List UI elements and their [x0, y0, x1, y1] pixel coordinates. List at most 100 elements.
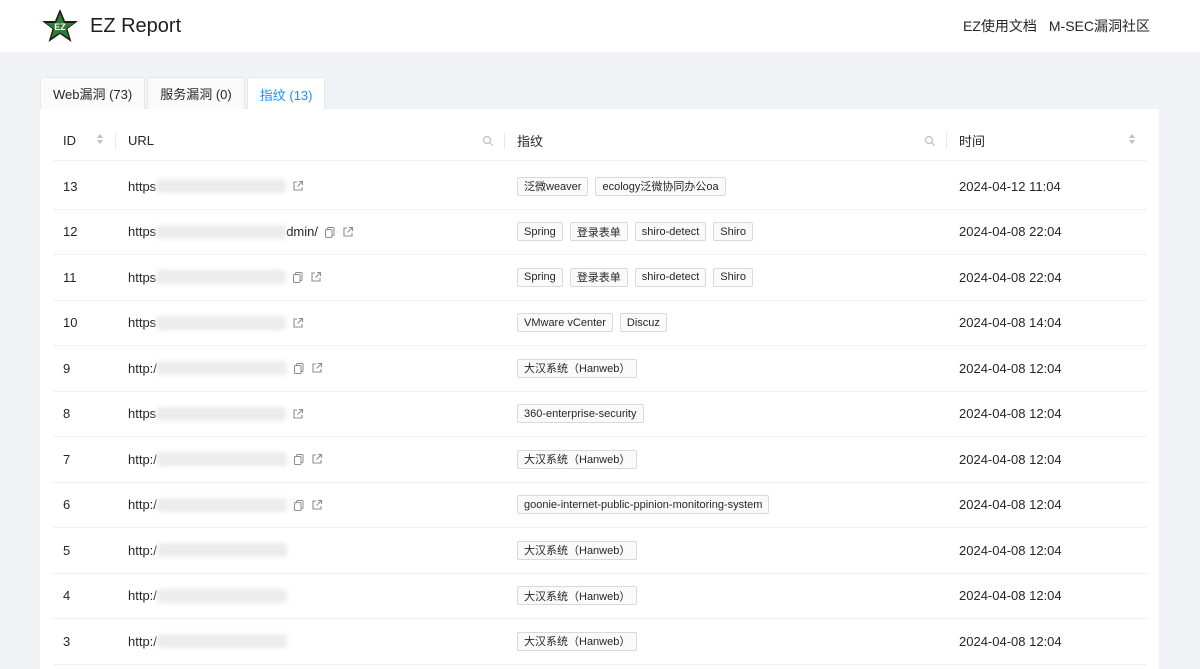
tab-service-vulns[interactable]: 服务漏洞 (0) — [147, 77, 245, 109]
row-fingerprint-cell: 大汉系统（Hanweb） — [504, 449, 946, 469]
copy-icon[interactable] — [293, 499, 305, 511]
fingerprint-table-panel: ID URL 指纹 时间 13 https 泛微weaver ecology泛微协同办… — [40, 109, 1159, 669]
fingerprint-tag: 大汉系统（Hanweb） — [517, 586, 638, 606]
redacted-url — [156, 270, 287, 285]
fingerprint-tag: 泛微weaver — [517, 176, 589, 196]
url-link[interactable]: https — [128, 179, 156, 194]
sort-icon[interactable] — [97, 134, 103, 144]
row-fingerprint-cell: 大汉系统（Hanweb） — [504, 540, 946, 560]
table-row: 13 https 泛微weaver ecology泛微协同办公oa 2024-04-12… — [53, 164, 1147, 210]
row-id: 4 — [63, 588, 71, 604]
external-link-icon[interactable] — [311, 362, 323, 374]
row-fingerprint-cell: goonie-internet-public-ppinion-monitorin… — [504, 495, 946, 515]
table-row: 5 http:/ 大汉系统（Hanweb） 2024-04-08 12:04 — [53, 528, 1147, 574]
row-url-cell: https dmin/ — [115, 224, 504, 239]
column-label-url: URL — [128, 133, 155, 148]
redacted-url — [156, 224, 287, 239]
row-url-cell: http:/ — [115, 497, 504, 512]
row-fingerprint-cell: 360-enterprise-security — [504, 404, 946, 424]
column-label-fingerprint: 指纹 — [517, 134, 544, 149]
url-link[interactable]: http:/ — [128, 361, 157, 376]
url-link[interactable]: https — [128, 315, 156, 330]
redacted-url — [156, 361, 287, 376]
column-header-time[interactable]: 时间 — [946, 121, 1147, 160]
row-url-cell: http:/ — [115, 452, 504, 467]
table-row: 11 https Spring 登录表单 shiro-detect Shiro 2024-0… — [53, 255, 1147, 301]
row-url-cell: http:/ — [115, 543, 504, 558]
fingerprint-tag: goonie-internet-public-ppinion-monitorin… — [517, 495, 770, 515]
external-link-icon[interactable] — [292, 317, 304, 329]
row-time: 2024-04-08 14:04 — [959, 315, 1062, 331]
url-link[interactable]: http:/ — [128, 634, 157, 649]
row-fingerprint-cell: 大汉系统（Hanweb） — [504, 586, 946, 606]
url-link[interactable]: http:/ — [128, 497, 157, 512]
row-url-cell: https — [115, 179, 504, 194]
row-time: 2024-04-08 12:04 — [959, 360, 1062, 376]
report-tabs: Web漏洞 (73) 服务漏洞 (0) 指纹 (13) — [40, 77, 326, 110]
redacted-url — [156, 588, 287, 603]
row-fingerprint-cell: Spring 登录表单 shiro-detect Shiro — [504, 267, 946, 287]
redacted-url — [156, 497, 287, 512]
table-row: 3 http:/ 大汉系统（Hanweb） 2024-04-08 12:04 — [53, 619, 1147, 665]
search-icon[interactable] — [924, 135, 936, 147]
external-link-icon[interactable] — [292, 180, 304, 192]
url-suffix[interactable]: dmin/ — [286, 224, 318, 239]
row-time: 2024-04-08 12:04 — [959, 633, 1062, 649]
external-link-icon[interactable] — [311, 453, 323, 465]
external-link-icon[interactable] — [311, 499, 323, 511]
fingerprint-tag: 大汉系统（Hanweb） — [517, 631, 638, 651]
sort-icon[interactable] — [1129, 134, 1135, 144]
url-link[interactable]: http:/ — [128, 452, 157, 467]
external-link-icon[interactable] — [310, 271, 322, 283]
table-row: 6 http:/ goonie-internet-public-ppinion-mo… — [53, 483, 1147, 528]
url-link[interactable]: http:/ — [128, 543, 157, 558]
copy-icon[interactable] — [293, 362, 305, 375]
url-link[interactable]: https — [128, 270, 156, 285]
fingerprint-tag: Discuz — [619, 313, 667, 333]
fingerprint-tag: Shiro — [713, 267, 753, 287]
fingerprint-tag: shiro-detect — [634, 267, 707, 287]
row-time: 2024-04-08 12:04 — [959, 406, 1062, 422]
search-icon[interactable] — [482, 135, 494, 147]
nav-link-community[interactable]: M-SEC漏洞社区 — [1049, 16, 1150, 36]
row-id: 6 — [63, 497, 71, 513]
table-row: 9 http:/ 大汉系统（Hanweb） 2024-04-08 12:04 — [53, 346, 1147, 392]
redacted-url — [156, 452, 287, 467]
copy-icon[interactable] — [293, 453, 305, 466]
ez-logo[interactable]: EZ — [40, 8, 80, 44]
url-link[interactable]: https — [128, 406, 156, 421]
external-link-icon[interactable] — [292, 408, 304, 420]
row-id: 11 — [63, 269, 77, 285]
url-link[interactable]: https — [128, 224, 156, 239]
row-time: 2024-04-12 11:04 — [959, 178, 1061, 194]
column-header-fingerprint: 指纹 — [504, 121, 946, 160]
row-url-cell: http:/ — [115, 361, 504, 376]
row-id: 12 — [63, 224, 78, 240]
row-id: 3 — [63, 633, 71, 649]
tab-fingerprints[interactable]: 指纹 (13) — [246, 77, 326, 110]
fingerprint-tag: Shiro — [713, 222, 753, 242]
copy-icon[interactable] — [324, 226, 336, 238]
fingerprint-tag: shiro-detect — [634, 222, 707, 242]
app-title: EZ Report — [90, 14, 182, 37]
row-url-cell: https — [115, 406, 504, 421]
fingerprint-tag: 360-enterprise-security — [517, 404, 644, 424]
row-fingerprint-cell: VMware vCenter Discuz — [504, 313, 946, 333]
row-time: 2024-04-08 12:04 — [959, 588, 1062, 604]
copy-icon[interactable] — [292, 271, 304, 284]
app-header: EZ EZ Report EZ使用文档 M-SEC漏洞社区 — [0, 0, 1200, 52]
table-header: ID URL 指纹 时间 — [53, 121, 1147, 161]
table-row: 7 http:/ 大汉系统（Hanweb） 2024-04-08 12:04 — [53, 437, 1147, 483]
url-link[interactable]: http:/ — [128, 588, 157, 603]
row-time: 2024-04-08 22:04 — [959, 224, 1062, 240]
row-time: 2024-04-08 12:04 — [959, 542, 1062, 558]
column-header-id[interactable]: ID — [53, 121, 115, 160]
tab-web-vulns[interactable]: Web漏洞 (73) — [40, 77, 146, 109]
redacted-url — [156, 315, 287, 330]
table-row: 10 https VMware vCenter Discuz 2024-04-08 14… — [53, 301, 1147, 346]
nav-link-docs[interactable]: EZ使用文档 — [963, 16, 1037, 36]
fingerprint-tag: ecology泛微协同办公oa — [595, 176, 726, 196]
external-link-icon[interactable] — [342, 226, 354, 238]
fingerprint-tag: 大汉系统（Hanweb） — [517, 540, 638, 560]
row-time: 2024-04-08 12:04 — [959, 497, 1062, 513]
